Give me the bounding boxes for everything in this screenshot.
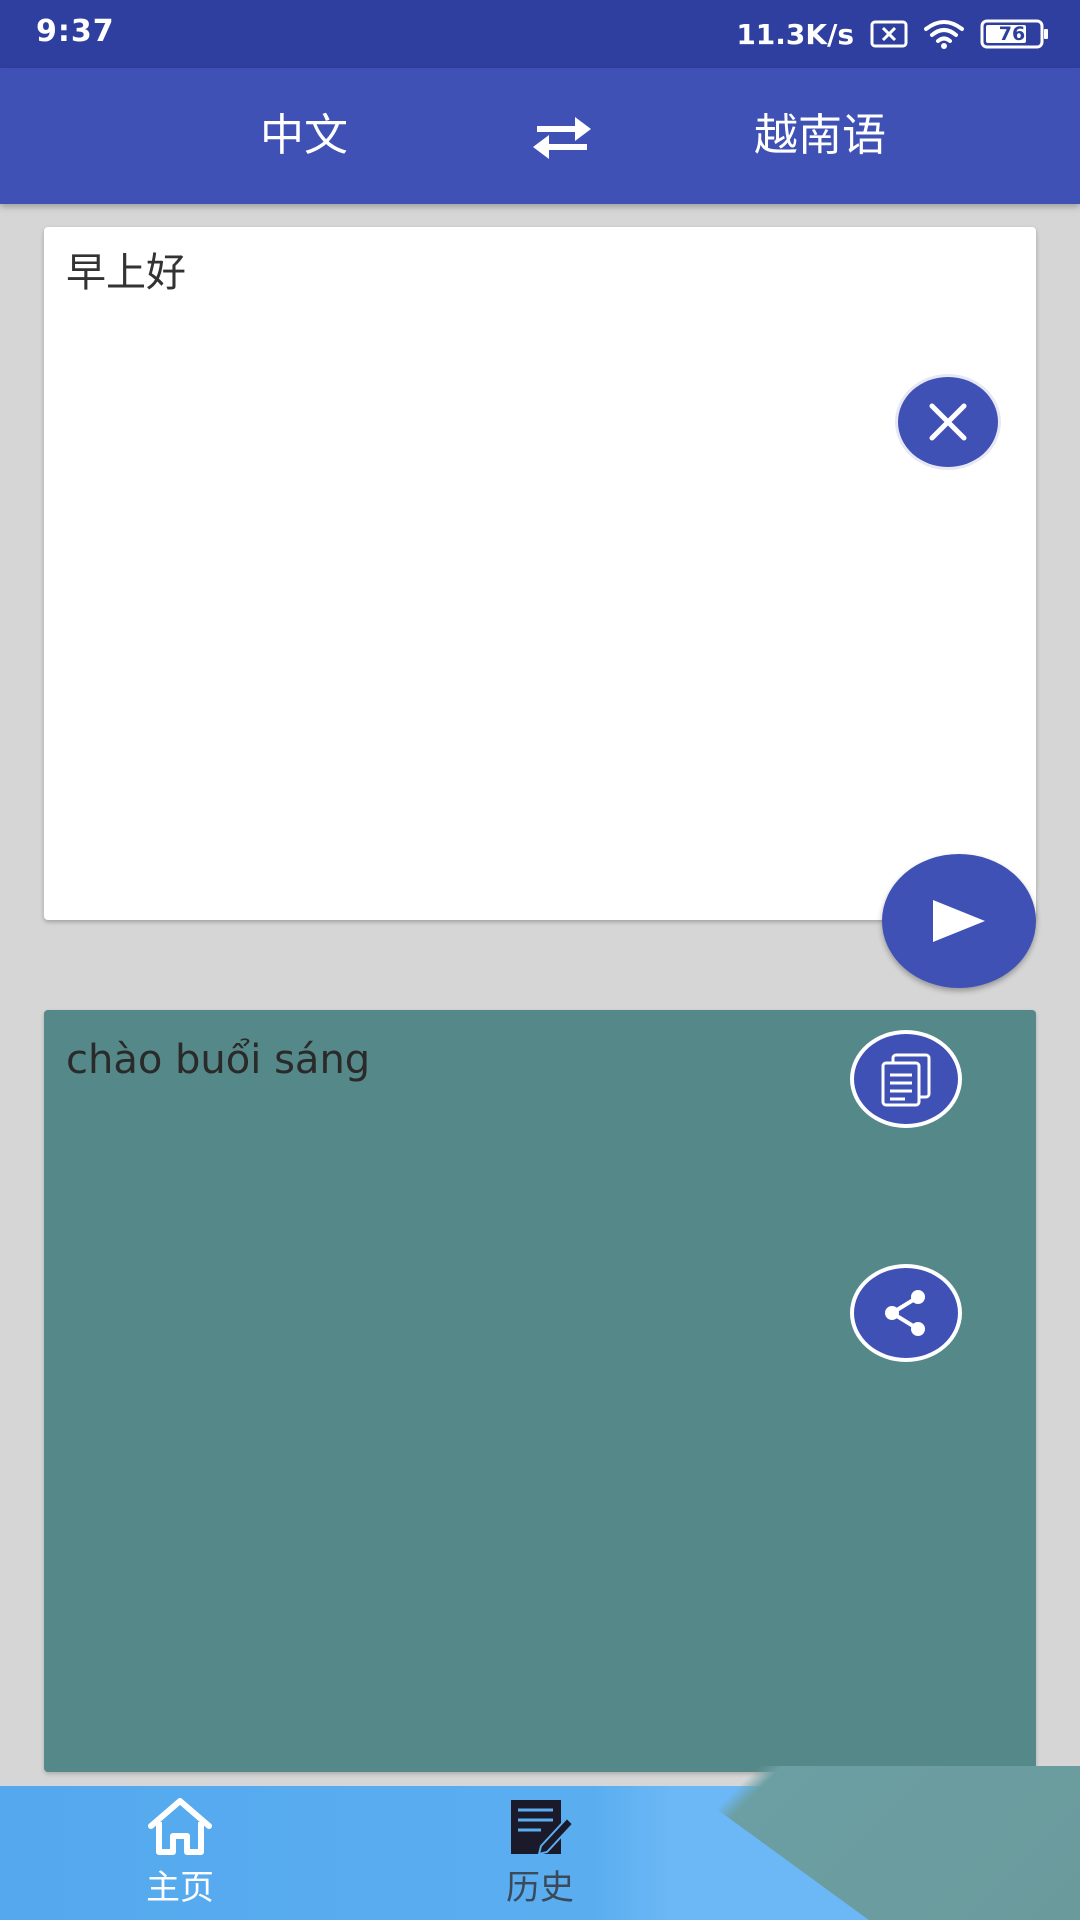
battery-icon: 76 — [980, 19, 1050, 49]
status-bar: 9:37 11.3K/s 76 — [0, 0, 1080, 68]
translate-button[interactable] — [882, 854, 1036, 988]
share-translation-button[interactable] — [850, 1264, 962, 1362]
translated-text: chào buổi sáng — [66, 1037, 371, 1083]
status-indicators: 11.3K/s 76 — [736, 14, 1050, 54]
swap-languages-button[interactable] — [520, 108, 604, 168]
close-icon — [929, 403, 967, 441]
home-icon — [148, 1798, 212, 1855]
share-icon — [885, 1290, 925, 1336]
no-sim-icon — [870, 20, 908, 48]
play-arrow-icon — [933, 900, 985, 942]
input-card: 早上好 — [44, 227, 1036, 920]
target-language-selector[interactable]: 越南语 — [720, 106, 920, 166]
battery-level: 76 — [998, 23, 1026, 45]
swap-arrows-icon — [533, 117, 591, 159]
nav-home[interactable]: 主页 — [100, 1796, 260, 1914]
network-speed: 11.3K/s — [736, 17, 854, 51]
nav-history-label: 历史 — [506, 1868, 574, 1908]
translator-screen: 9:37 11.3K/s 76 中文 越南语 早上好 chào buổi sán… — [0, 0, 1080, 1920]
copy-translation-button[interactable] — [850, 1030, 962, 1128]
language-bar: 中文 越南语 — [0, 68, 1080, 204]
history-icon — [511, 1800, 575, 1856]
nav-home-label: 主页 — [146, 1868, 214, 1908]
nav-history[interactable]: 历史 — [460, 1796, 620, 1914]
clear-input-button[interactable] — [898, 377, 998, 467]
copy-icon — [881, 1053, 931, 1107]
source-text-input[interactable]: 早上好 — [66, 245, 886, 865]
wifi-icon — [924, 19, 964, 49]
status-time: 9:37 — [36, 14, 115, 49]
source-language-selector[interactable]: 中文 — [214, 106, 394, 166]
